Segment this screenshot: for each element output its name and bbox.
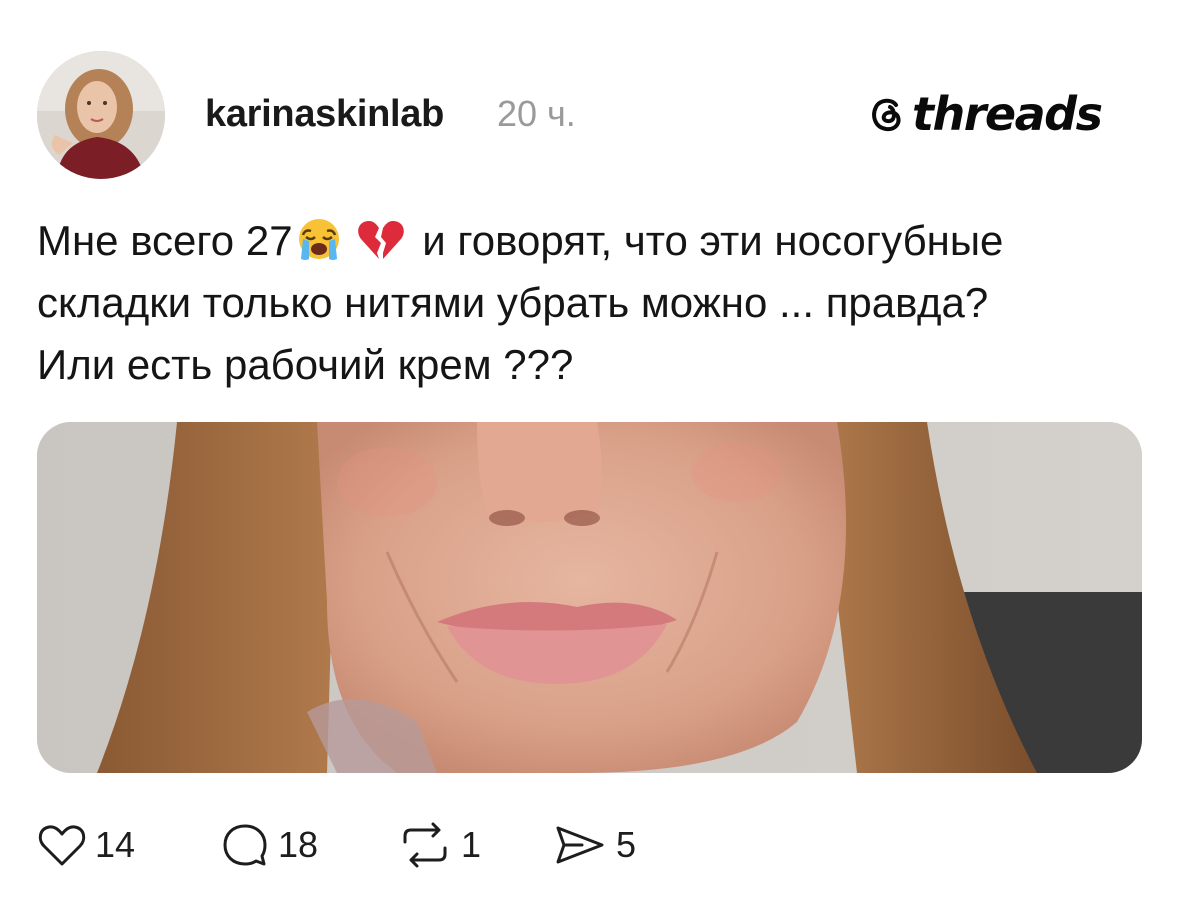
like-count: 14 (95, 824, 136, 865)
heart-icon (38, 825, 86, 866)
post-timestamp: 20 ч. (497, 93, 576, 134)
post-text: Мне всего 27 и говорят, что эти носогубн… (37, 210, 1147, 396)
post-text-segment: и говорят, что эти носогубные (410, 217, 1004, 264)
comment-icon (223, 824, 267, 866)
reply-count: 18 (278, 824, 319, 865)
threads-logo-icon (872, 98, 901, 132)
avatar[interactable] (37, 51, 165, 179)
threads-brand: threads (866, 86, 1103, 142)
like-button[interactable]: 14 (37, 815, 135, 875)
repost-button[interactable]: 1 (397, 815, 481, 875)
username[interactable]: karinaskinlab (205, 92, 444, 136)
brand-name: threads (912, 87, 1103, 141)
post-text-line-2: складки только нитями убрать можно ... п… (37, 279, 989, 326)
post-text-line-3: Или есть рабочий крем ??? (37, 341, 574, 388)
reply-button[interactable]: 18 (220, 815, 318, 875)
post-text-line-1: Мне всего 27 и говорят, что эти носогубн… (37, 210, 1147, 272)
share-icon (556, 826, 604, 864)
repost-count: 1 (461, 824, 482, 865)
post-image[interactable] (37, 422, 1142, 773)
broken-heart-icon (357, 221, 404, 259)
post-text-segment: Мне всего 27 (37, 217, 293, 264)
repost-icon (403, 822, 447, 868)
share-button[interactable]: 5 (552, 815, 636, 875)
loudly-crying-face-icon (298, 219, 339, 260)
share-count: 5 (616, 824, 637, 865)
